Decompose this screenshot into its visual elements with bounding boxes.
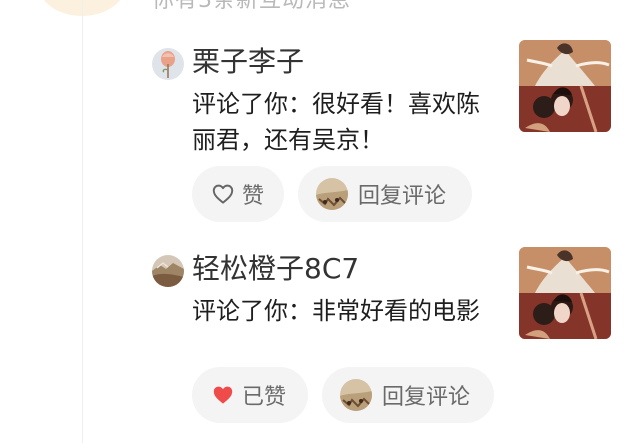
reply-label: 回复评论 xyxy=(358,184,447,209)
post-thumbnail[interactable] xyxy=(519,40,611,132)
reply-label: 回复评论 xyxy=(382,385,471,410)
reply-comment-button[interactable]: 回复评论 xyxy=(322,367,494,423)
liked-button[interactable]: 已赞 xyxy=(192,367,308,423)
like-label: 赞 xyxy=(242,184,265,209)
message-page: 你有3条新互动消息 栗子李子 评论了你：很好看！喜欢陈丽君，还有吴京！ 赞 回复… xyxy=(0,0,640,443)
avatar[interactable] xyxy=(152,48,184,80)
comment-text[interactable]: 评论了你：很好看！喜欢陈丽君，还有吴京！ xyxy=(192,86,492,158)
comment-text[interactable]: 评论了你：非常好看的电影 xyxy=(192,293,492,329)
post-thumbnail[interactable] xyxy=(519,247,611,339)
avatar[interactable] xyxy=(152,255,184,287)
movie-still-thumbnail xyxy=(519,40,611,132)
heart-filled-icon xyxy=(210,382,236,408)
liked-label: 已赞 xyxy=(242,385,287,410)
username[interactable]: 轻松橙子8C7 xyxy=(192,249,359,289)
unread-message-summary: 你有3条新互动消息 xyxy=(152,0,351,13)
timeline-divider xyxy=(82,0,83,443)
reply-comment-button[interactable]: 回复评论 xyxy=(298,166,472,222)
movie-still-thumbnail xyxy=(519,247,611,339)
username[interactable]: 栗子李子 xyxy=(192,42,304,82)
reply-user-avatar xyxy=(340,379,372,411)
reply-user-avatar xyxy=(316,178,348,210)
heart-outline-icon xyxy=(210,181,236,207)
like-button[interactable]: 赞 xyxy=(192,166,284,222)
tulip-avatar-image xyxy=(152,48,184,80)
landscape-avatar-image xyxy=(152,255,184,287)
